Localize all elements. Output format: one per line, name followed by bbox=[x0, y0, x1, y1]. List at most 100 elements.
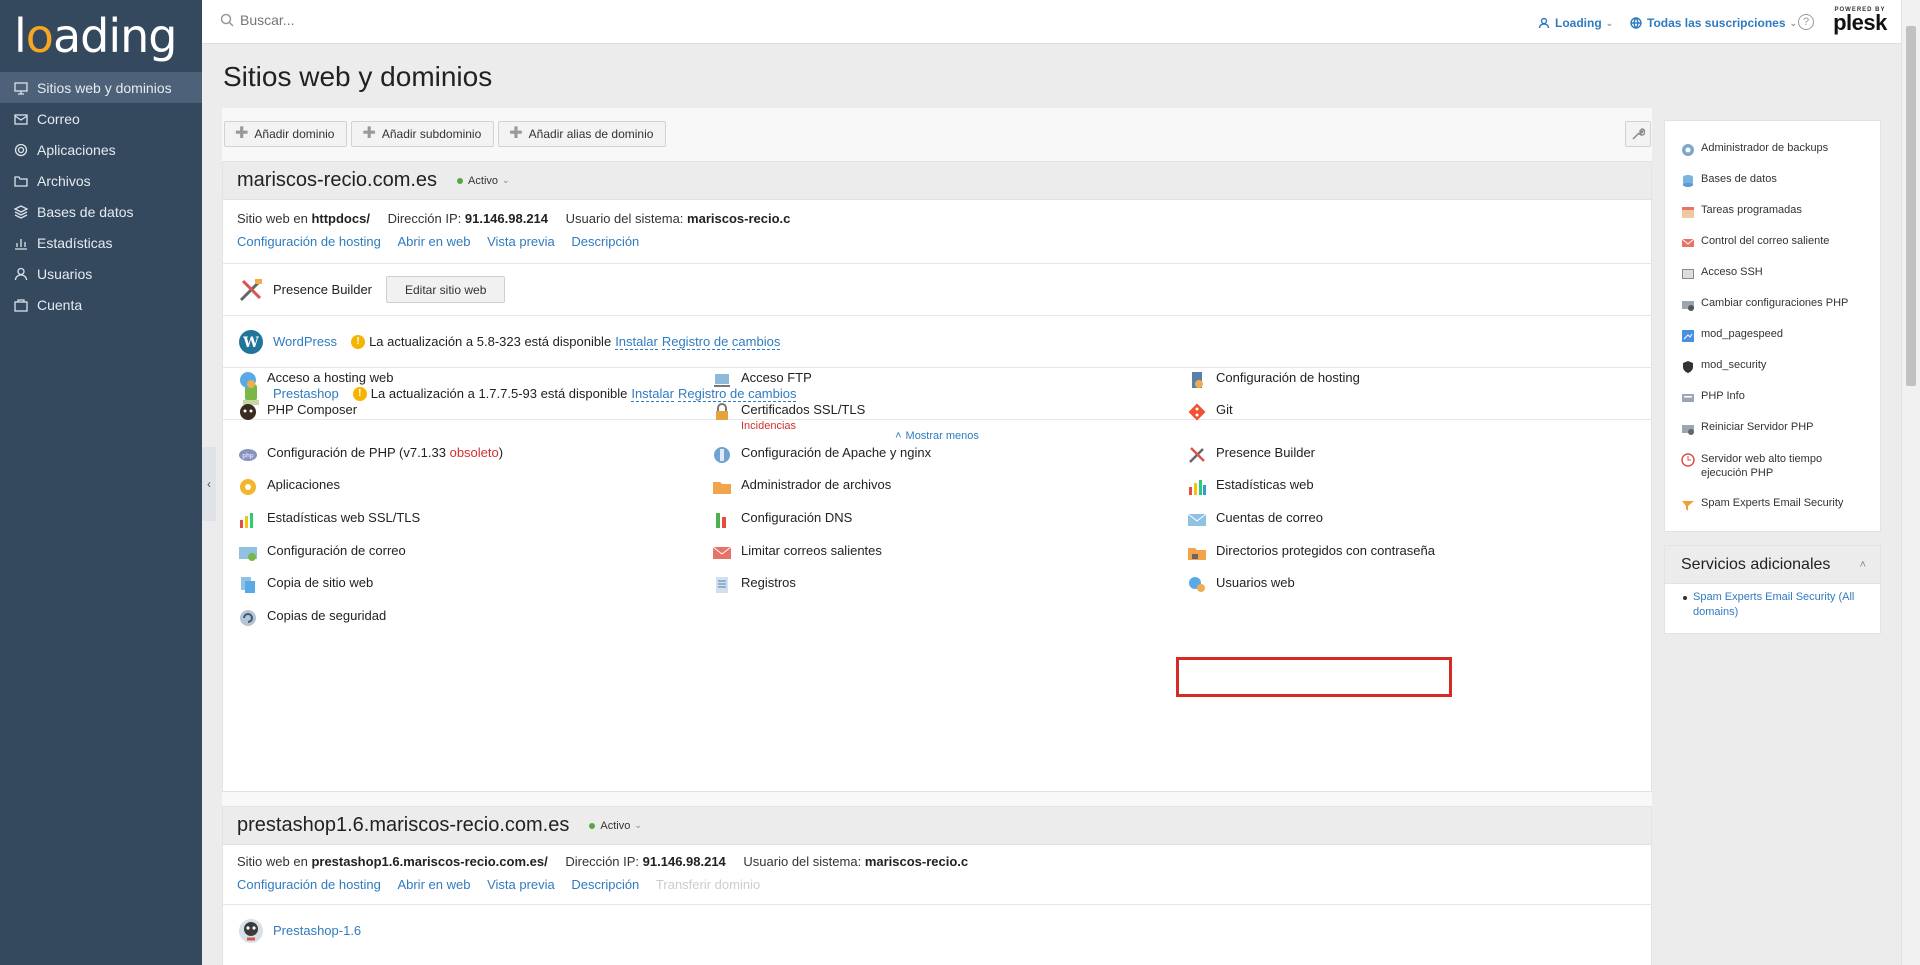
hosting-settings-link[interactable]: Configuración de hosting bbox=[237, 877, 381, 892]
scrollbar-thumb[interactable] bbox=[1906, 26, 1916, 386]
wordpress-install-link[interactable]: Instalar bbox=[615, 334, 658, 350]
ip-value: 91.146.98.214 bbox=[464, 211, 549, 226]
chevron-down-icon: ⌄ bbox=[502, 175, 510, 185]
domain-name[interactable]: mariscos-recio.com.es bbox=[237, 169, 437, 192]
user-menu[interactable]: Loading ⌄ bbox=[1538, 16, 1613, 30]
right-item-label: Tareas programadas bbox=[1701, 204, 1802, 216]
tool-ssl-certificates[interactable]: Certificados SSL/TLS Incidencias bbox=[712, 402, 865, 432]
site-directory-link[interactable]: httpdocs/ bbox=[311, 211, 370, 226]
tool-php-composer[interactable]: PHP Composer bbox=[238, 402, 357, 422]
tool-presence-builder[interactable]: Presence Builder bbox=[1187, 445, 1315, 465]
tool-ftp-access[interactable]: Acceso FTP bbox=[712, 370, 812, 390]
search-input[interactable] bbox=[240, 12, 640, 28]
sidebar-item-account[interactable]: Cuenta bbox=[0, 289, 202, 320]
tool-web-users[interactable]: Usuarios web bbox=[1187, 575, 1295, 595]
additional-services-header[interactable]: Servicios adicionales ˄ bbox=[1665, 546, 1880, 584]
subscriptions-menu[interactable]: Todas las suscripciones ⌄ bbox=[1630, 16, 1797, 30]
help-icon[interactable]: ? bbox=[1798, 14, 1814, 30]
add-domain-button[interactable]: ✚ Añadir dominio bbox=[224, 121, 348, 147]
sidebar-collapse-toggle[interactable]: ‹ bbox=[202, 447, 216, 521]
right-item-mod-pagespeed[interactable]: mod_pagespeed bbox=[1681, 328, 1783, 343]
prestashop-icon bbox=[237, 917, 265, 945]
domain-name[interactable]: prestashop1.6.mariscos-recio.com.es bbox=[237, 814, 569, 837]
add-subdomain-button[interactable]: ✚ Añadir subdominio bbox=[351, 121, 495, 147]
tool-applications[interactable]: Aplicaciones bbox=[238, 477, 340, 497]
open-in-web-link[interactable]: Abrir en web bbox=[397, 877, 470, 892]
php-info-icon bbox=[1682, 394, 1694, 402]
tool-hosting-config[interactable]: Configuración de hosting bbox=[1187, 370, 1360, 390]
open-in-web-link[interactable]: Abrir en web bbox=[397, 234, 470, 249]
vertical-scrollbar[interactable] bbox=[1901, 0, 1920, 965]
sidebar-item-mail[interactable]: Correo bbox=[0, 103, 202, 134]
tool-file-manager[interactable]: Administrador de archivos bbox=[712, 477, 891, 497]
tool-mail-config[interactable]: Configuración de correo bbox=[238, 543, 406, 563]
prestashop-install-link[interactable]: Instalar bbox=[631, 386, 674, 402]
tool-git[interactable]: Git bbox=[1187, 402, 1233, 422]
description-link[interactable]: Descripción bbox=[571, 234, 639, 249]
folder-icon bbox=[713, 482, 731, 494]
restart-server-icon bbox=[1682, 425, 1694, 435]
tool-php-config[interactable]: php Configuración de PHP (v7.1.33 obsole… bbox=[238, 445, 503, 465]
right-item-change-php-settings[interactable]: Cambiar configuraciones PHP bbox=[1681, 297, 1848, 312]
dns-icon bbox=[716, 513, 726, 528]
apache-nginx-icon bbox=[714, 447, 730, 463]
show-less-label: Mostrar menos bbox=[905, 429, 979, 442]
right-item-label: Control del correo saliente bbox=[1701, 235, 1830, 247]
transfer-domain-link: Transferir dominio bbox=[655, 877, 761, 892]
tool-dns-config[interactable]: Configuración DNS bbox=[712, 510, 852, 530]
brand-logo[interactable]: loading bbox=[0, 0, 202, 72]
status-dot-icon bbox=[589, 822, 596, 829]
tool-hosting-access[interactable]: Acceso a hosting web bbox=[238, 370, 393, 390]
tool-apache-nginx[interactable]: Configuración de Apache y nginx bbox=[712, 445, 931, 465]
right-item-long-php-execution[interactable]: Servidor web alto tiempo ejecución PHP bbox=[1681, 452, 1871, 480]
spam-experts-all-domains-link[interactable]: Spam Experts Email Security (All domains… bbox=[1665, 584, 1880, 620]
domain-links: Configuración de hosting Abrir en web Vi… bbox=[223, 876, 1651, 894]
status-badge[interactable]: Activo ⌄ bbox=[457, 175, 510, 187]
add-domain-alias-button[interactable]: ✚ Añadir alias de dominio bbox=[498, 121, 667, 147]
right-item-mod-security[interactable]: mod_security bbox=[1681, 359, 1766, 374]
prestashop-row: Prestashop-1.6 bbox=[223, 904, 1651, 956]
tool-label: Git bbox=[1216, 402, 1233, 417]
prestashop-1-6-link[interactable]: Prestashop-1.6 bbox=[273, 923, 361, 938]
search-box bbox=[220, 12, 640, 28]
wordpress-changelog-link[interactable]: Registro de cambios bbox=[661, 334, 781, 350]
presence-builder-icon bbox=[1189, 447, 1205, 463]
edit-website-button[interactable]: Editar sitio web bbox=[386, 276, 506, 303]
sidebar-item-files[interactable]: Archivos bbox=[0, 165, 202, 196]
sidebar-item-label: Correo bbox=[37, 110, 80, 127]
description-link[interactable]: Descripción bbox=[571, 877, 639, 892]
preview-link[interactable]: Vista previa bbox=[487, 234, 555, 249]
backup-icon bbox=[240, 610, 256, 626]
right-item-ssh-access[interactable]: Acceso SSH bbox=[1681, 266, 1763, 281]
right-item-databases[interactable]: Bases de datos bbox=[1681, 173, 1777, 188]
right-item-restart-php-server[interactable]: Reiniciar Servidor PHP bbox=[1681, 421, 1813, 436]
tool-site-copy[interactable]: Copia de sitio web bbox=[238, 575, 373, 595]
sidebar-item-websites[interactable]: Sitios web y dominios bbox=[0, 72, 202, 103]
right-item-label: Acceso SSH bbox=[1701, 266, 1763, 278]
sidebar-item-statistics[interactable]: Estadísticas bbox=[0, 227, 202, 258]
right-item-php-info[interactable]: PHP Info bbox=[1681, 390, 1745, 405]
customize-button[interactable] bbox=[1625, 121, 1651, 147]
tool-protected-directories[interactable]: Directorios protegidos con contraseña bbox=[1187, 543, 1435, 563]
tool-limit-outgoing-mail[interactable]: Limitar correos salientes bbox=[712, 543, 882, 563]
add-subdomain-label: Añadir subdominio bbox=[381, 127, 482, 141]
site-directory-link[interactable]: prestashop1.6.mariscos-recio.com.es/ bbox=[311, 854, 547, 869]
hosting-settings-link[interactable]: Configuración de hosting bbox=[237, 234, 381, 249]
sidebar-item-users[interactable]: Usuarios bbox=[0, 258, 202, 289]
php-icon: php bbox=[239, 449, 257, 461]
right-item-outgoing-mail-control[interactable]: Control del correo saliente bbox=[1681, 235, 1829, 250]
tool-backups[interactable]: Copias de seguridad bbox=[238, 608, 386, 628]
preview-link[interactable]: Vista previa bbox=[487, 877, 555, 892]
sidebar-item-databases[interactable]: Bases de datos bbox=[0, 196, 202, 227]
tool-web-statistics-ssl[interactable]: Estadísticas web SSL/TLS bbox=[238, 510, 420, 530]
tool-mail-accounts[interactable]: Cuentas de correo bbox=[1187, 510, 1323, 530]
right-item-backup-manager[interactable]: Administrador de backups bbox=[1681, 142, 1828, 157]
tool-web-statistics[interactable]: Estadísticas web bbox=[1187, 477, 1314, 497]
status-badge[interactable]: Activo ⌄ bbox=[589, 820, 642, 832]
sidebar-item-applications[interactable]: Aplicaciones bbox=[0, 134, 202, 165]
right-item-scheduled-tasks[interactable]: Tareas programadas bbox=[1681, 204, 1802, 219]
wordpress-link[interactable]: WordPress bbox=[273, 334, 337, 349]
right-item-spam-experts[interactable]: Spam Experts Email Security bbox=[1681, 497, 1843, 512]
tool-label: Configuración de PHP (v7.1.33 bbox=[267, 445, 450, 460]
tool-logs[interactable]: Registros bbox=[712, 575, 796, 595]
